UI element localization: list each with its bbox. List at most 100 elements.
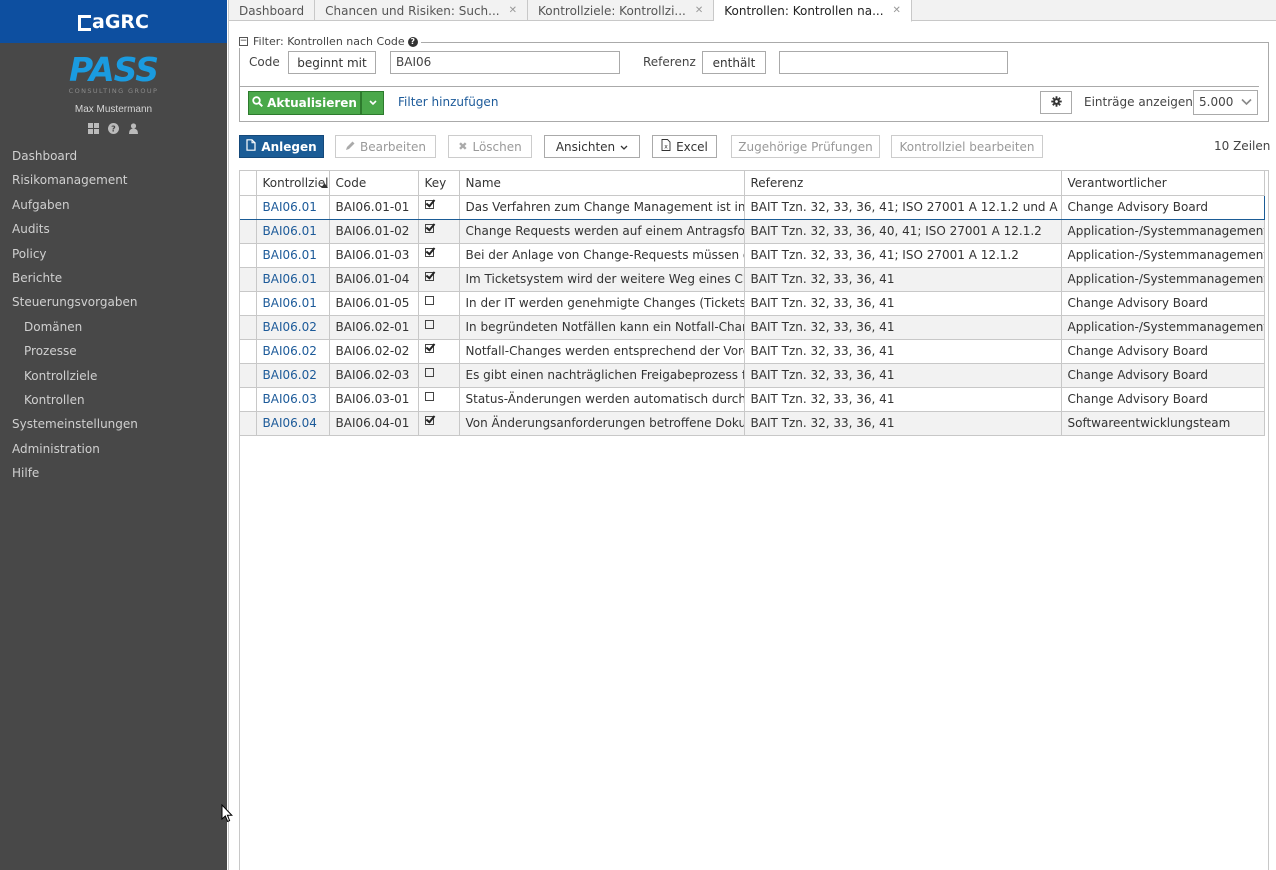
table-row[interactable]: BAI06.02 BAI06.02-03 Es gibt einen nachträ…: [240, 362, 1265, 388]
row-selector[interactable]: [240, 362, 257, 388]
close-icon[interactable]: ✕: [509, 1, 517, 21]
refresh-button[interactable]: Aktualisieren: [248, 91, 361, 115]
create-button[interactable]: Anlegen: [239, 135, 324, 158]
code-filter-input[interactable]: BAI06: [390, 51, 620, 74]
sidebar-item-steuerungsvorgaben[interactable]: Steuerungsvorgaben: [0, 290, 227, 314]
tab-bar: Dashboard Chancen und Risiken: Such... ✕…: [229, 0, 1276, 22]
kontrollziel-link[interactable]: BAI06.01: [255, 218, 330, 244]
related-audits-button[interactable]: Zugehörige Prüfungen: [731, 135, 880, 158]
row-selector[interactable]: [240, 338, 257, 364]
kontrollziel-link[interactable]: BAI06.04: [255, 410, 330, 436]
close-icon[interactable]: ✕: [695, 1, 703, 21]
close-icon[interactable]: ✕: [893, 1, 901, 21]
table-row[interactable]: BAI06.04 BAI06.04-01 Von Änderungsanforder…: [240, 410, 1265, 436]
name-cell: Notfall-Changes werden entsprechend der …: [458, 338, 745, 364]
column-header-kontrollziel[interactable]: Kontrollziel: [255, 171, 330, 196]
sidebar-item-hilfe[interactable]: Hilfe: [0, 461, 227, 485]
kontrollziel-link[interactable]: BAI06.02: [255, 314, 330, 340]
referenz-operator-button[interactable]: enthält: [702, 51, 766, 74]
row-selector[interactable]: [240, 194, 257, 220]
table-row[interactable]: BAI06.03 BAI06.03-01 Status-Änderungen wer…: [240, 386, 1265, 412]
column-header-key[interactable]: Key: [417, 171, 460, 196]
edit-button[interactable]: Bearbeiten: [335, 135, 436, 158]
kontrollziel-link[interactable]: BAI06.03: [255, 386, 330, 412]
referenz-filter-input[interactable]: [779, 51, 1008, 74]
row-selector[interactable]: [240, 242, 257, 268]
row-selector[interactable]: [240, 290, 257, 316]
column-header-code[interactable]: Code: [328, 171, 419, 196]
table-body: BAI06.01 BAI06.01-01 Das Verfahren zum Cha…: [240, 194, 1265, 436]
row-selector[interactable]: [240, 266, 257, 292]
sidebar-item-policy[interactable]: Policy: [0, 242, 227, 266]
agrc-logo[interactable]: aGRC: [78, 11, 149, 33]
settings-button[interactable]: [1040, 91, 1072, 114]
entries-select[interactable]: 5.000: [1193, 90, 1258, 115]
refresh-dropdown-button[interactable]: [361, 91, 384, 115]
help-icon[interactable]: ?: [407, 36, 418, 47]
kontrollziel-link[interactable]: BAI06.01: [255, 266, 330, 292]
kontrollziel-link[interactable]: BAI06.02: [255, 338, 330, 364]
sidebar-item-risikomanagement[interactable]: Risikomanagement: [0, 168, 227, 192]
table-row[interactable]: BAI06.01 BAI06.01-05 In der IT werden gene…: [240, 290, 1265, 316]
name-cell: Bei der Anlage von Change-Requests müsse…: [458, 242, 745, 268]
table-row[interactable]: BAI06.01 BAI06.01-04 Im Ticketsystem wird …: [240, 266, 1265, 292]
table-row[interactable]: BAI06.01 BAI06.01-03 Bei der Anlage von Ch…: [240, 242, 1265, 268]
column-header-name[interactable]: Name: [458, 171, 745, 196]
table-row[interactable]: BAI06.01 BAI06.01-01 Das Verfahren zum Cha…: [240, 194, 1265, 220]
filter-legend[interactable]: − Filter: Kontrollen nach Code ?: [239, 35, 421, 48]
name-cell: Im Ticketsystem wird der weitere Weg ein…: [458, 266, 745, 292]
chevron-down-icon: [1241, 91, 1252, 114]
row-selector[interactable]: [240, 386, 257, 412]
key-cell: [417, 242, 460, 268]
user-icon[interactable]: [128, 123, 139, 134]
referenz-cell: BAIT Tzn. 32, 33, 36, 41: [743, 266, 1062, 292]
column-header-referenz[interactable]: Referenz: [743, 171, 1062, 196]
sidebar-item-systemeinstellungen[interactable]: Systemeinstellungen: [0, 412, 227, 436]
code-cell: BAI06.04-01: [328, 410, 419, 436]
sidebar-item-berichte[interactable]: Berichte: [0, 266, 227, 290]
delete-button[interactable]: ✖ Löschen: [448, 135, 532, 158]
sidebar-item-audits[interactable]: Audits: [0, 217, 227, 241]
code-cell: BAI06.01-02: [328, 218, 419, 244]
help-icon[interactable]: ?: [108, 123, 119, 134]
edit-control-objective-button[interactable]: Kontrollziel bearbeiten: [891, 135, 1043, 158]
code-operator-button[interactable]: beginnt mit: [288, 51, 376, 74]
sidebar-item-kontrollziele[interactable]: Kontrollziele: [0, 364, 227, 388]
column-header-verantwortlicher[interactable]: Verantwortlicher: [1060, 171, 1265, 196]
excel-export-button[interactable]: x Excel: [652, 135, 717, 158]
kontrollziel-link[interactable]: BAI06.01: [255, 242, 330, 268]
tab-kontrollziele[interactable]: Kontrollziele: Kontrollzi... ✕: [528, 0, 715, 21]
name-cell: In der IT werden genehmigte Changes (Tic…: [458, 290, 745, 316]
row-selector[interactable]: [240, 410, 257, 436]
kontrollziel-link[interactable]: BAI06.02: [255, 362, 330, 388]
table-row[interactable]: BAI06.01 BAI06.01-02 Change Requests werde…: [240, 218, 1265, 244]
sidebar-item-domaenen[interactable]: Domänen: [0, 315, 227, 339]
tab-dashboard[interactable]: Dashboard: [229, 0, 316, 21]
tab-kontrollen[interactable]: Kontrollen: Kontrollen na... ✕: [714, 0, 912, 22]
sidebar-item-administration[interactable]: Administration: [0, 437, 227, 461]
collapse-icon[interactable]: −: [239, 37, 248, 46]
add-filter-link[interactable]: Filter hinzufügen: [398, 95, 498, 109]
table-row[interactable]: BAI06.02 BAI06.02-02 Notfall-Changes werde…: [240, 338, 1265, 364]
sidebar-item-kontrollen[interactable]: Kontrollen: [0, 388, 227, 412]
delete-x-icon: ✖: [458, 140, 468, 153]
tab-chancen-und-risiken[interactable]: Chancen und Risiken: Such... ✕: [315, 0, 528, 21]
dashboard-grid-icon[interactable]: [88, 123, 99, 134]
user-name: Max Mustermann: [74, 104, 153, 115]
chevron-down-icon: [368, 98, 377, 109]
sidebar-item-prozesse[interactable]: Prozesse: [0, 339, 227, 363]
views-dropdown-button[interactable]: Ansichten: [544, 135, 640, 158]
key-cell: [417, 362, 460, 388]
verantwortlicher-cell: Application-/Systemmanagement: [1060, 242, 1265, 268]
kontrollziel-link[interactable]: BAI06.01: [255, 194, 330, 220]
search-icon: [252, 96, 264, 110]
table-row[interactable]: BAI06.02 BAI06.02-01 In begründeten Notfäl…: [240, 314, 1265, 340]
kontrollziel-link[interactable]: BAI06.01: [255, 290, 330, 316]
sidebar-item-aufgaben[interactable]: Aufgaben: [0, 193, 227, 217]
name-cell: Von Änderungsanforderungen betroffene Do…: [458, 410, 745, 436]
row-selector[interactable]: [240, 314, 257, 340]
excel-label: Excel: [676, 139, 708, 154]
row-selector[interactable]: [240, 218, 257, 244]
sidebar-item-dashboard[interactable]: Dashboard: [0, 144, 227, 168]
verantwortlicher-cell: Change Advisory Board: [1060, 194, 1265, 220]
